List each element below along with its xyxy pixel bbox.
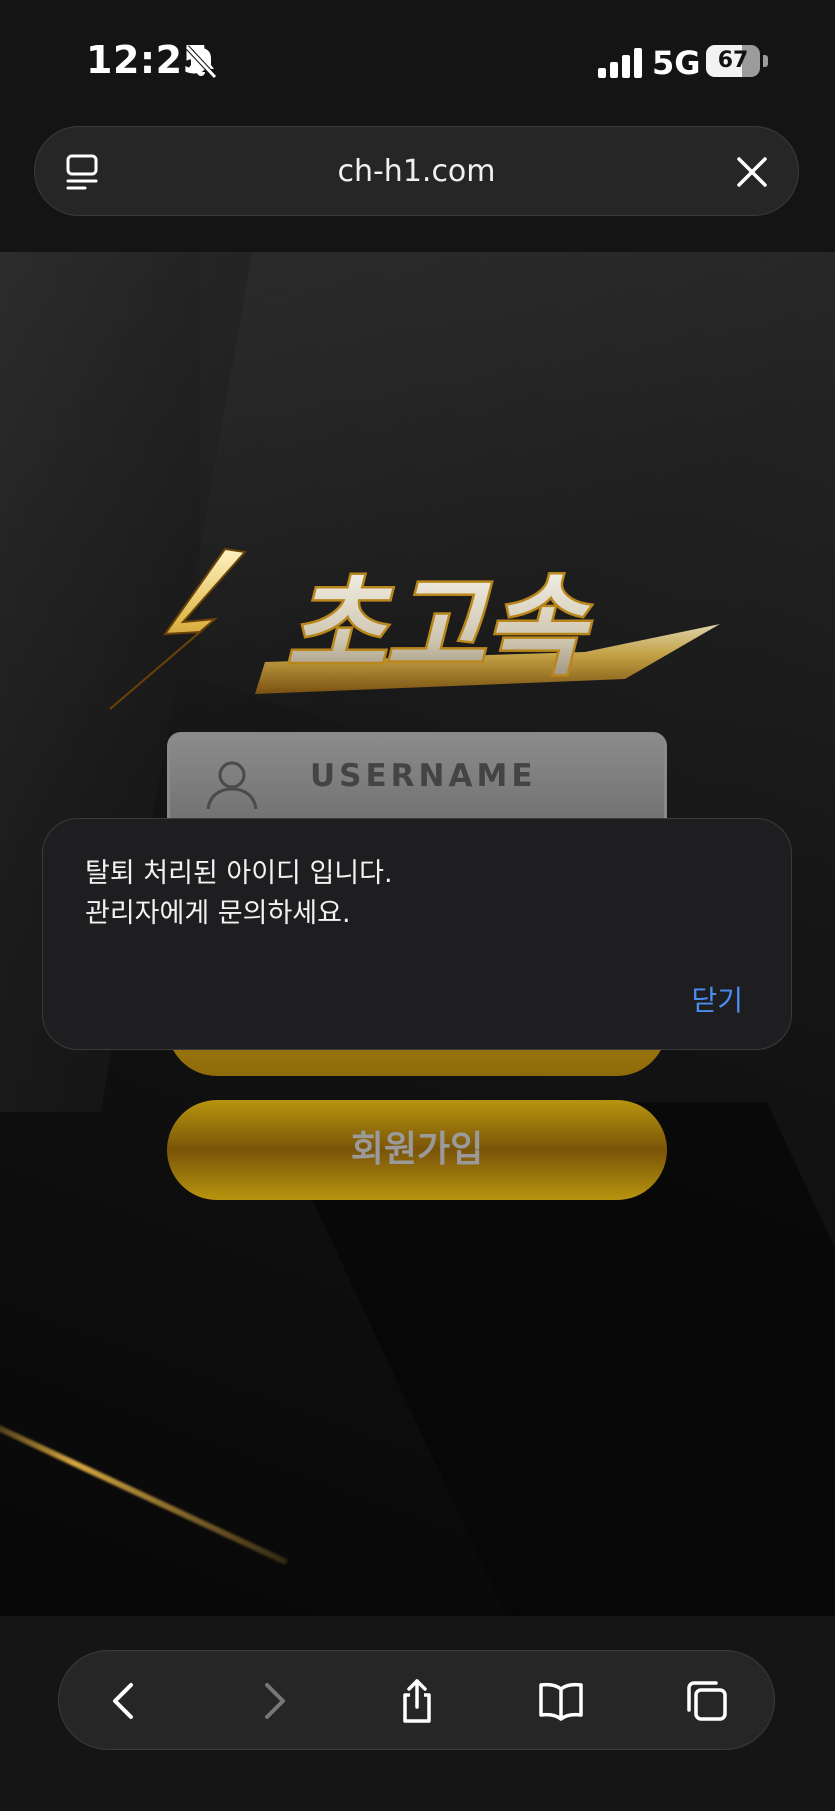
close-icon[interactable]: [735, 155, 769, 189]
browser-toolbar: [58, 1650, 775, 1750]
signup-button[interactable]: 회원가입: [167, 1100, 667, 1200]
battery-icon: 67: [706, 45, 768, 79]
logo-text: 초고속: [286, 565, 592, 690]
alert-dialog: 탈퇴 처리된 아이디 입니다. 관리자에게 문의하세요. 닫기: [42, 818, 792, 1050]
status-bar: 12:25 5G 67: [0, 0, 835, 120]
bell-off-icon: [185, 45, 217, 79]
user-icon: [206, 761, 258, 810]
share-icon[interactable]: [393, 1677, 441, 1725]
url-text[interactable]: ch-h1.com: [35, 127, 798, 217]
gold-streak-decoration: [0, 1407, 288, 1565]
address-bar[interactable]: ch-h1.com: [34, 126, 799, 216]
battery-percent: 67: [717, 48, 749, 73]
site-logo: 초고속: [109, 547, 720, 710]
forward-icon[interactable]: [249, 1677, 297, 1725]
alert-message-line2: 관리자에게 문의하세요.: [85, 898, 351, 929]
signal-icon: [598, 48, 642, 78]
network-type: 5G: [652, 44, 701, 82]
alert-close-button[interactable]: 닫기: [691, 979, 743, 1019]
username-placeholder: USERNAME: [310, 758, 537, 794]
alert-message-line1: 탈퇴 처리된 아이디 입니다.: [85, 858, 393, 889]
tabs-icon[interactable]: [683, 1677, 731, 1725]
back-icon[interactable]: [101, 1677, 149, 1725]
bookmarks-icon[interactable]: [537, 1677, 585, 1725]
